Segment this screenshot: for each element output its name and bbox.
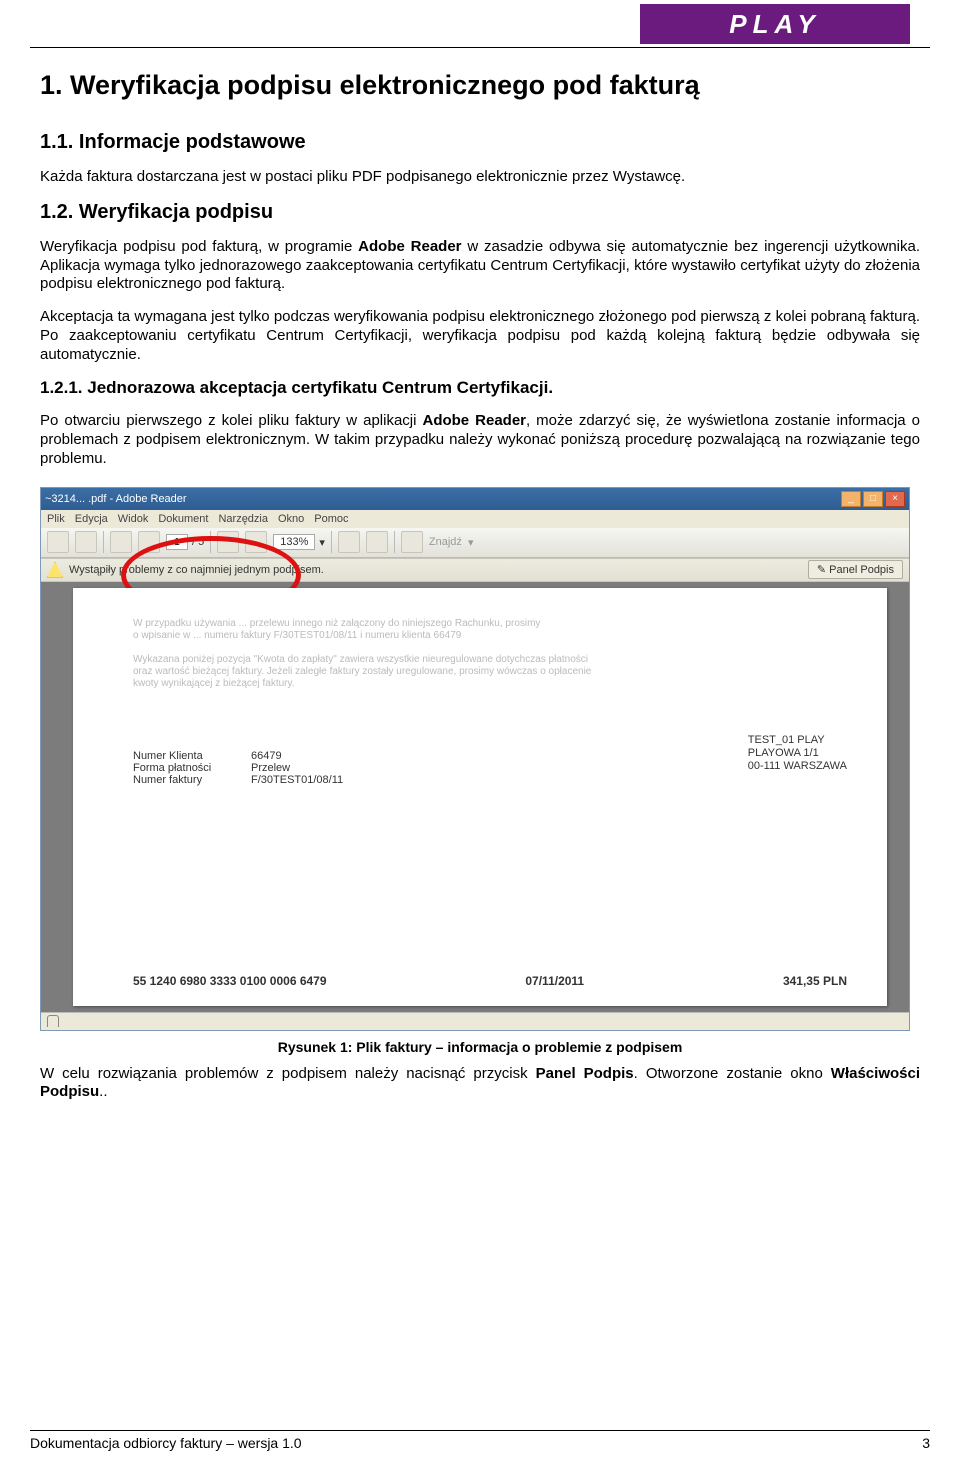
figure-caption: Rysunek 1: Plik faktury – informacja o p… [40,1039,920,1055]
menu-edit[interactable]: Edycja [75,513,108,525]
toolbar-area: / 5 133% ▾ Znajdź ▾ [41,528,909,582]
page-current-input[interactable] [166,534,188,550]
menu-help[interactable]: Pomoc [314,513,348,525]
para-1-1: Każda faktura dostarczana jest w postaci… [40,168,920,187]
text: Weryfikacja podpisu pod fakturą, w progr… [40,238,358,255]
kv-value: F/30TEST01/08/11 [251,774,343,786]
warning-icon [47,562,63,578]
menu-file[interactable]: Plik [47,513,65,525]
para-1-2-a: Weryfikacja podpisu pod fakturą, w progr… [40,238,920,294]
screenshot-figure: ~3214... .pdf - Adobe Reader _ □ × Plik … [40,487,920,1055]
faint-text: W przypadku używania ... przelewu innego… [133,618,847,690]
find-label: Znajdź [429,536,462,548]
heading-1-2-1: 1.2.1. Jednorazowa akceptacja certyfikat… [40,378,920,398]
text: W celu rozwiązania problemów z podpisem … [40,1065,536,1082]
invoice-summary-row: 55 1240 6980 3333 0100 0006 6479 07/11/2… [133,974,847,988]
document-viewport[interactable]: W przypadku używania ... przelewu innego… [41,582,909,1012]
footer-left: Dokumentacja odbiorcy faktury – wersja 1… [30,1435,302,1451]
window-title: ~3214... .pdf - Adobe Reader [45,493,187,505]
heading-1: 1. Weryfikacja podpisu elektronicznego p… [40,70,920,101]
toolbar: / 5 133% ▾ Znajdź ▾ [41,528,909,558]
kv-key: Forma płatności [133,762,233,774]
brand-logo: PLAY [640,4,910,44]
kv-key: Numer faktury [133,774,233,786]
signature-warning-text: Wystąpiły problemy z co najmniej jednym … [69,564,324,576]
page-up-icon[interactable] [110,531,132,553]
statusbar [41,1012,909,1030]
kv-key: Numer Klienta [133,750,233,762]
heading-1-1: 1.1. Informacje podstawowe [40,131,920,154]
footer-page-number: 3 [922,1435,930,1451]
panel-podpis-button[interactable]: ✎ Panel Podpis [808,560,903,579]
save-icon[interactable] [338,531,360,553]
para-after-figure: W celu rozwiązania problemów z podpisem … [40,1065,920,1103]
para-1-2-b: Akceptacja ta wymagana jest tylko podcza… [40,308,920,364]
bold-adobe-2: Adobe Reader [422,412,526,429]
chevron-down-icon[interactable]: ▾ [468,536,474,549]
addr-line: TEST_01 PLAY [748,734,847,747]
invoice-info-row: Numer Klienta 66479 Forma płatności Przele… [133,750,847,786]
text: . Otworzone zostanie okno [634,1065,831,1082]
page-down-icon[interactable] [138,531,160,553]
print-icon[interactable] [47,531,69,553]
invoice-date: 07/11/2011 [525,974,584,988]
header-divider [30,47,930,48]
menu-document[interactable]: Dokument [158,513,208,525]
panel-podpis-label: Panel Podpis [829,564,894,576]
titlebar: ~3214... .pdf - Adobe Reader _ □ × [41,488,909,510]
addr-line: PLAYOWA 1/1 [748,747,847,760]
minimize-button[interactable]: _ [841,491,861,507]
kv-value: Przelew [251,762,290,774]
page-total: / 5 [192,536,204,548]
zoom-value[interactable]: 133% [273,534,315,550]
bold-panel-podpis: Panel Podpis [536,1065,634,1082]
customer-kv-block: Numer Klienta 66479 Forma płatności Przele… [133,750,343,786]
page-footer: Dokumentacja odbiorcy faktury – wersja 1… [30,1430,930,1451]
bold-adobe: Adobe Reader [358,238,461,255]
separator-icon [103,531,104,553]
signature-message-bar: Wystąpiły problemy z co najmniej jednym … [41,558,909,582]
chevron-down-icon[interactable]: ▾ [319,536,325,549]
page-content: 1. Weryfikacja podpisu elektronicznego p… [40,70,920,1116]
email-icon[interactable] [75,531,97,553]
close-button[interactable]: × [885,491,905,507]
select-icon[interactable] [401,531,423,553]
separator-icon [331,531,332,553]
menubar: Plik Edycja Widok Dokument Narzędzia Okn… [41,510,909,528]
menu-tools[interactable]: Narzędzia [218,513,268,525]
zoom-out-icon[interactable] [217,531,239,553]
invoice-amount: 341,35 PLN [783,974,847,988]
text: .. [99,1083,107,1100]
window-controls: _ □ × [841,491,905,507]
zoom-control: 133% ▾ [273,534,325,550]
page-indicator: / 5 [166,534,204,550]
sign-icon[interactable] [366,531,388,553]
pdf-page: W przypadku używania ... przelewu innego… [73,588,887,1006]
address-block: TEST_01 PLAY PLAYOWA 1/1 00-111 WARSZAWA [748,734,847,786]
maximize-button[interactable]: □ [863,491,883,507]
zoom-in-icon[interactable] [245,531,267,553]
para-1-2-1: Po otwarciu pierwszego z kolei pliku fak… [40,412,920,468]
adobe-reader-window: ~3214... .pdf - Adobe Reader _ □ × Plik … [40,487,910,1031]
signature-icon: ✎ [817,564,826,576]
separator-icon [394,531,395,553]
attachment-icon[interactable] [47,1015,59,1027]
separator-icon [210,531,211,553]
account-number: 55 1240 6980 3333 0100 0006 6479 [133,974,327,988]
kv-value: 66479 [251,750,282,762]
heading-1-2: 1.2. Weryfikacja podpisu [40,201,920,224]
menu-view[interactable]: Widok [118,513,149,525]
text: Po otwarciu pierwszego z kolei pliku fak… [40,412,422,429]
addr-line: 00-111 WARSZAWA [748,760,847,773]
menu-window[interactable]: Okno [278,513,304,525]
